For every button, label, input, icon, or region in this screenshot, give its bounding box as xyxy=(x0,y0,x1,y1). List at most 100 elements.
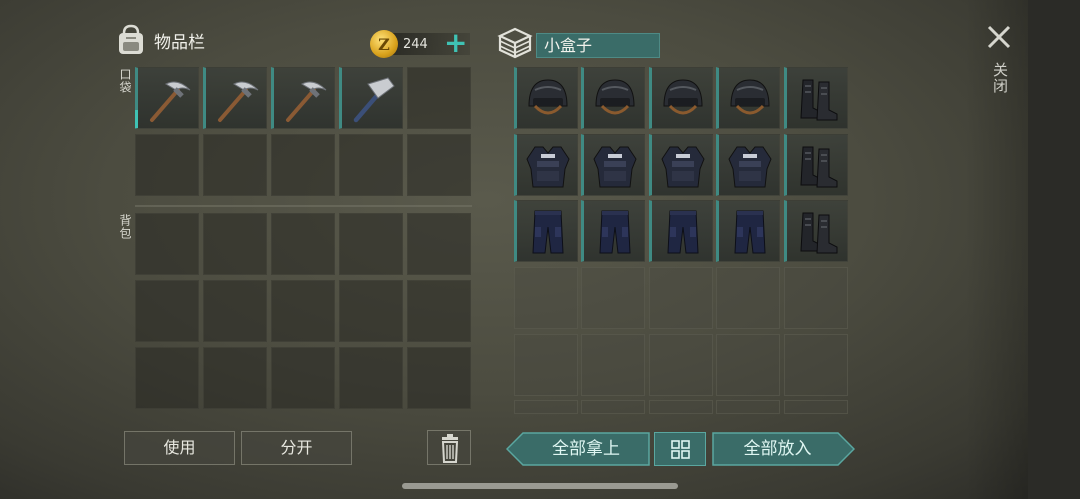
empty-slot[interactable] xyxy=(716,334,780,396)
empty-slot[interactable] xyxy=(203,213,267,275)
empty-slot[interactable] xyxy=(784,400,848,414)
split-button[interactable]: 分开 xyxy=(241,431,352,465)
combat-boots-icon xyxy=(800,79,838,121)
empty-slot[interactable] xyxy=(203,347,267,409)
item-slot-police-helmet[interactable] xyxy=(716,67,780,129)
empty-slot[interactable] xyxy=(581,400,645,414)
empty-slot[interactable] xyxy=(135,213,199,275)
pickaxe-icon xyxy=(218,81,259,122)
item-slot-police-vest[interactable] xyxy=(716,134,780,196)
police-pants-icon xyxy=(599,210,631,254)
take-all-button[interactable]: 全部拿上 xyxy=(506,432,650,466)
empty-slot[interactable] xyxy=(135,280,199,342)
empty-slot[interactable] xyxy=(339,280,403,342)
item-slot-police-pants[interactable] xyxy=(514,200,578,262)
item-slot-combat-boots[interactable] xyxy=(784,67,848,129)
empty-slot[interactable] xyxy=(649,400,713,414)
inventory-title: 物品栏 xyxy=(154,32,205,53)
backpack-label: 背包 xyxy=(118,214,132,240)
empty-slot[interactable] xyxy=(203,280,267,342)
item-slot-combat-boots[interactable] xyxy=(784,134,848,196)
empty-slot[interactable] xyxy=(407,280,471,342)
police-vest-icon xyxy=(593,146,637,188)
item-slot-hammer-pickaxe[interactable] xyxy=(339,67,403,129)
item-slot-pickaxe[interactable] xyxy=(203,67,267,129)
empty-slot[interactable] xyxy=(407,213,471,275)
coin-count: 244 xyxy=(403,37,428,52)
durability-bar xyxy=(135,110,138,128)
sort-button[interactable] xyxy=(654,432,706,466)
empty-slot[interactable] xyxy=(784,267,848,329)
item-slot-police-vest[interactable] xyxy=(581,134,645,196)
trash-icon xyxy=(441,434,459,463)
police-helmet-icon xyxy=(663,79,703,115)
container-name-field[interactable]: 小盒子 xyxy=(536,33,660,58)
empty-slot[interactable] xyxy=(649,267,713,329)
empty-slot[interactable] xyxy=(514,334,578,396)
hammer-pickaxe-icon xyxy=(353,77,395,123)
police-vest-icon xyxy=(526,146,570,188)
police-vest-icon xyxy=(728,146,772,188)
close-label[interactable]: 关闭 xyxy=(990,62,1011,94)
empty-slot[interactable] xyxy=(716,400,780,414)
empty-slot[interactable] xyxy=(716,267,780,329)
empty-slot[interactable] xyxy=(784,334,848,396)
police-vest-icon xyxy=(661,146,705,188)
coin-display: Z xyxy=(370,30,398,58)
police-helmet-icon xyxy=(528,79,568,115)
sort-grid-icon xyxy=(671,440,690,459)
backpack-icon xyxy=(119,24,143,54)
pocket-label: 口袋 xyxy=(118,68,132,94)
item-slot-combat-boots[interactable] xyxy=(784,200,848,262)
item-slot-pickaxe[interactable] xyxy=(135,67,199,129)
item-slot-police-pants[interactable] xyxy=(581,200,645,262)
empty-slot[interactable] xyxy=(271,213,335,275)
empty-slot[interactable] xyxy=(339,347,403,409)
empty-slot[interactable] xyxy=(514,267,578,329)
empty-slot[interactable] xyxy=(271,134,335,196)
container-header xyxy=(496,26,534,60)
police-helmet-icon xyxy=(595,79,635,115)
add-coins-button[interactable]: + xyxy=(444,29,467,57)
item-slot-police-helmet[interactable] xyxy=(581,67,645,129)
item-slot-pickaxe[interactable] xyxy=(271,67,335,129)
empty-slot[interactable] xyxy=(203,134,267,196)
item-slot-police-vest[interactable] xyxy=(514,134,578,196)
home-indicator xyxy=(402,483,678,489)
coin-symbol: Z xyxy=(378,34,390,54)
item-slot-police-pants[interactable] xyxy=(649,200,713,262)
combat-boots-icon xyxy=(800,212,838,254)
empty-slot[interactable] xyxy=(271,280,335,342)
empty-slot[interactable] xyxy=(581,267,645,329)
police-pants-icon xyxy=(667,210,699,254)
pickaxe-icon xyxy=(150,81,191,122)
discard-button[interactable] xyxy=(427,430,471,465)
empty-slot[interactable] xyxy=(135,134,199,196)
use-button[interactable]: 使用 xyxy=(124,431,235,465)
police-pants-icon xyxy=(532,210,564,254)
police-helmet-icon xyxy=(730,79,770,115)
item-slot-police-helmet[interactable] xyxy=(649,67,713,129)
put-all-label: 全部放入 xyxy=(743,439,812,459)
empty-slot[interactable] xyxy=(271,347,335,409)
pocket-backpack-divider xyxy=(135,205,472,207)
close-icon[interactable] xyxy=(984,22,1014,52)
screen-edge xyxy=(1028,0,1080,499)
item-slot-police-pants[interactable] xyxy=(716,200,780,262)
empty-slot[interactable] xyxy=(649,334,713,396)
pickaxe-icon xyxy=(286,81,327,122)
item-slot-police-helmet[interactable] xyxy=(514,67,578,129)
take-all-label: 全部拿上 xyxy=(552,439,620,459)
put-all-button[interactable]: 全部放入 xyxy=(712,432,855,466)
empty-slot[interactable] xyxy=(407,67,471,129)
empty-slot[interactable] xyxy=(339,134,403,196)
empty-slot[interactable] xyxy=(135,347,199,409)
empty-slot[interactable] xyxy=(407,347,471,409)
item-slot-police-vest[interactable] xyxy=(649,134,713,196)
coin-icon: Z xyxy=(370,30,398,58)
empty-slot[interactable] xyxy=(407,134,471,196)
empty-slot[interactable] xyxy=(339,213,403,275)
police-pants-icon xyxy=(734,210,766,254)
empty-slot[interactable] xyxy=(514,400,578,414)
empty-slot[interactable] xyxy=(581,334,645,396)
